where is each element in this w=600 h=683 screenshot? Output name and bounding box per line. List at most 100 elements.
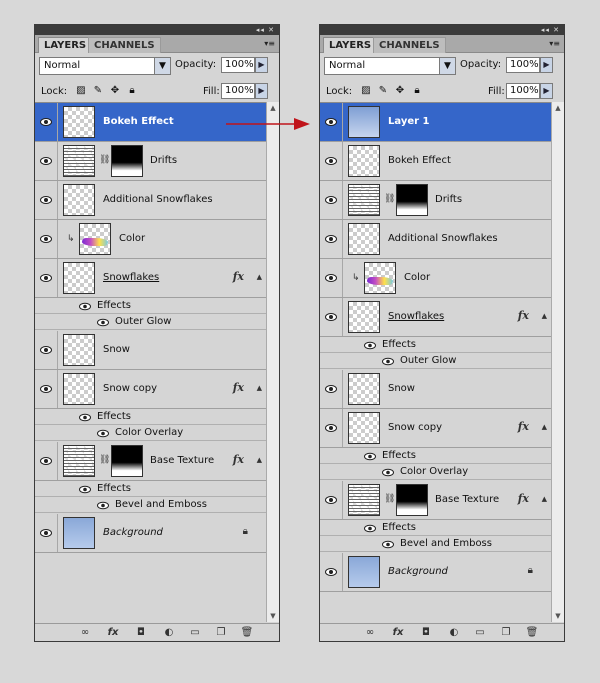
eye-icon[interactable] — [325, 273, 337, 283]
scroll-up-icon[interactable]: ▲ — [552, 102, 564, 114]
eye-icon[interactable] — [325, 567, 337, 577]
effect-row[interactable]: Outer Glow — [35, 314, 266, 330]
layer-mask-thumbnail[interactable] — [396, 484, 428, 516]
layer-name[interactable]: Additional Snowflakes — [388, 233, 498, 244]
add-mask-icon[interactable]: ◘ — [418, 626, 434, 640]
fx-icon[interactable]: fx — [233, 453, 244, 466]
opacity-slider-button[interactable]: ▶ — [255, 57, 268, 73]
eye-icon[interactable] — [40, 117, 52, 127]
opacity-slider-button[interactable]: ▶ — [540, 57, 553, 73]
expand-effects-icon[interactable]: ▲ — [257, 456, 262, 464]
layer-row[interactable]: Snow — [320, 370, 551, 409]
eye-icon[interactable] — [325, 195, 337, 205]
fx-icon[interactable]: fx — [518, 420, 529, 433]
opacity-field[interactable]: 100% — [506, 57, 540, 73]
eye-icon[interactable] — [382, 468, 394, 477]
eye-icon[interactable] — [97, 318, 109, 327]
lock-pixels-icon[interactable]: ✎ — [377, 85, 389, 97]
layer-row[interactable]: Snowflakes fx ▲ — [35, 259, 266, 298]
effects-row[interactable]: Effects — [320, 448, 551, 464]
link-layers-icon[interactable]: ∞ — [362, 626, 378, 640]
layer-row[interactable]: Bokeh Effect — [320, 142, 551, 181]
layer-row[interactable]: Additional Snowflakes — [320, 220, 551, 259]
lock-pixels-icon[interactable]: ✎ — [92, 85, 104, 97]
add-mask-icon[interactable]: ◘ — [133, 626, 149, 640]
layer-row[interactable]: ⛓ Drifts — [320, 181, 551, 220]
panel-menu-icon[interactable]: ▾≡ — [264, 39, 275, 48]
eye-icon[interactable] — [364, 341, 376, 350]
trash-icon[interactable]: 🗑︎ — [524, 626, 540, 640]
collapse-icon[interactable]: ◂◂ ✕ — [256, 25, 275, 35]
eye-icon[interactable] — [79, 485, 91, 494]
blend-mode-select[interactable]: Normal ▼ — [324, 57, 456, 75]
lock-all-icon[interactable]: 🔒︎ — [126, 85, 138, 97]
lock-position-icon[interactable]: ✥ — [394, 85, 406, 97]
add-layer-style-icon[interactable]: fx — [105, 626, 121, 640]
trash-icon[interactable]: 🗑︎ — [239, 626, 255, 640]
layer-row[interactable]: Background 🔒︎ — [320, 553, 551, 592]
layer-name[interactable]: Snow copy — [388, 422, 442, 433]
blend-mode-select[interactable]: Normal ▼ — [39, 57, 171, 75]
link-layers-icon[interactable]: ∞ — [77, 626, 93, 640]
lock-position-icon[interactable]: ✥ — [109, 85, 121, 97]
layer-row[interactable]: ⛓ Base Texture fx ▲ — [320, 481, 551, 520]
link-icon[interactable]: ⛓ — [384, 494, 395, 504]
lock-transparency-icon[interactable]: ▨ — [360, 85, 372, 97]
layer-name[interactable]: Background — [103, 527, 163, 538]
layer-name[interactable]: Snowflakes — [103, 272, 159, 283]
layer-mask-thumbnail[interactable] — [111, 145, 143, 177]
layer-name[interactable]: Drifts — [150, 155, 177, 166]
add-layer-style-icon[interactable]: fx — [390, 626, 406, 640]
layer-name[interactable]: Base Texture — [435, 494, 499, 505]
panel-menu-icon[interactable]: ▾≡ — [549, 39, 560, 48]
chevron-down-icon[interactable]: ▼ — [439, 58, 455, 74]
layer-name[interactable]: Background — [388, 566, 448, 577]
eye-icon[interactable] — [40, 456, 52, 466]
layer-name[interactable]: Bokeh Effect — [103, 116, 174, 127]
layer-name[interactable]: Layer 1 — [388, 116, 429, 127]
effect-row[interactable]: Bevel and Emboss — [35, 497, 266, 513]
new-layer-icon[interactable]: ❐ — [213, 626, 229, 640]
fx-icon[interactable]: fx — [518, 309, 529, 322]
fx-icon[interactable]: fx — [233, 381, 244, 394]
link-icon[interactable]: ⛓ — [384, 194, 395, 204]
expand-effects-icon[interactable]: ▲ — [542, 423, 547, 431]
layer-name[interactable]: Color — [404, 272, 430, 283]
new-adjustment-layer-icon[interactable]: ◐ — [161, 626, 177, 640]
layer-name[interactable]: Snow — [388, 383, 415, 394]
layer-name[interactable]: Snowflakes — [388, 311, 444, 322]
eye-icon[interactable] — [79, 302, 91, 311]
expand-effects-icon[interactable]: ▲ — [257, 384, 262, 392]
new-group-icon[interactable]: ▭ — [187, 626, 203, 640]
scroll-down-icon[interactable]: ▼ — [267, 610, 279, 622]
effect-row[interactable]: Bevel and Emboss — [320, 536, 551, 552]
layer-row[interactable]: Additional Snowflakes — [35, 181, 266, 220]
layer-list-scrollbar[interactable]: ▲ ▼ — [551, 102, 564, 622]
effect-row[interactable]: Outer Glow — [320, 353, 551, 369]
link-icon[interactable]: ⛓ — [99, 155, 110, 165]
eye-icon[interactable] — [79, 413, 91, 422]
layer-row[interactable]: Snowflakes fx ▲ — [320, 298, 551, 337]
eye-icon[interactable] — [40, 345, 52, 355]
panel-titlebar[interactable]: ◂◂ ✕ — [320, 25, 564, 35]
fx-icon[interactable]: fx — [233, 270, 244, 283]
eye-icon[interactable] — [325, 156, 337, 166]
fill-field[interactable]: 100% — [221, 83, 255, 99]
eye-icon[interactable] — [382, 540, 394, 549]
eye-icon[interactable] — [325, 495, 337, 505]
tab-channels[interactable]: CHANNELS — [88, 37, 161, 53]
fx-icon[interactable]: fx — [518, 492, 529, 505]
eye-icon[interactable] — [364, 524, 376, 533]
eye-icon[interactable] — [97, 501, 109, 510]
tab-channels[interactable]: CHANNELS — [373, 37, 446, 53]
eye-icon[interactable] — [364, 452, 376, 461]
expand-effects-icon[interactable]: ▲ — [542, 495, 547, 503]
effect-row[interactable]: Color Overlay — [320, 464, 551, 480]
layer-row[interactable]: Background 🔒︎ — [35, 514, 266, 553]
eye-icon[interactable] — [40, 384, 52, 394]
expand-effects-icon[interactable]: ▲ — [542, 312, 547, 320]
layer-row[interactable]: ↳ Color — [320, 259, 551, 298]
layer-mask-thumbnail[interactable] — [396, 184, 428, 216]
eye-icon[interactable] — [325, 117, 337, 127]
layer-row[interactable]: Layer 1 — [320, 103, 551, 142]
